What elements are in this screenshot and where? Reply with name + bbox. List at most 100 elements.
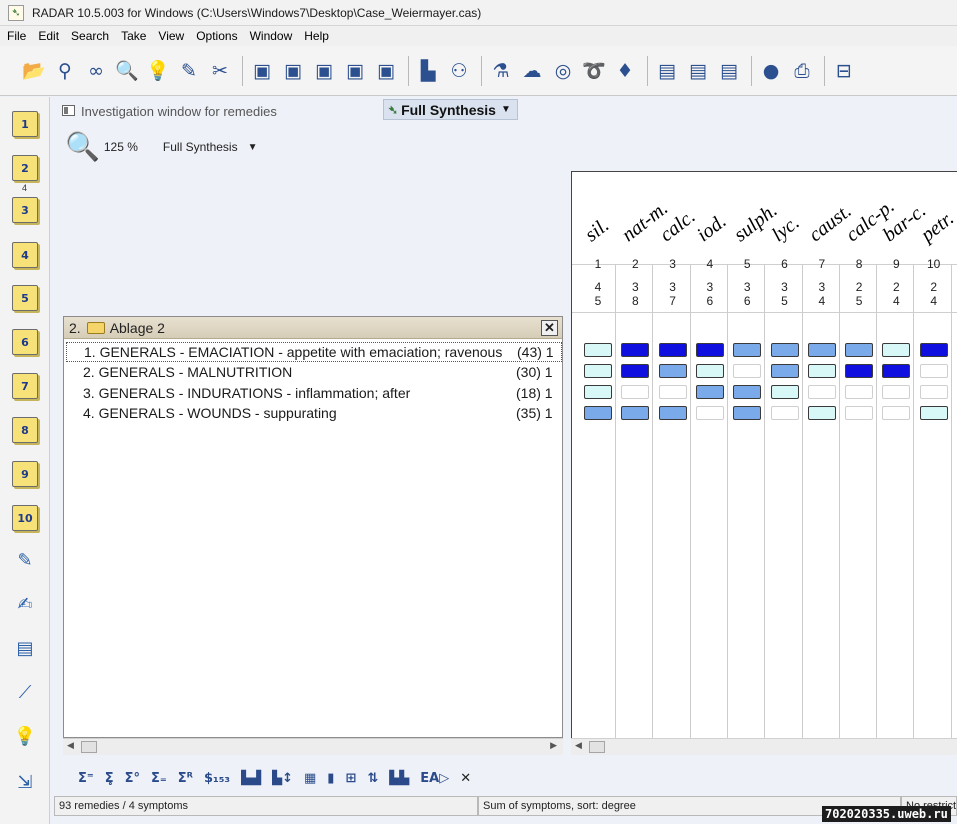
book-3-icon[interactable]: ▤ (715, 57, 743, 85)
grade-cell[interactable] (621, 406, 650, 420)
grade-cell[interactable] (882, 406, 911, 420)
grade-cell[interactable] (658, 343, 687, 357)
clipboard-2-button[interactable]: 2 (12, 155, 38, 181)
menu-view[interactable]: View (151, 29, 189, 43)
globe-icon[interactable]: ● (757, 57, 785, 85)
scroll-thumb[interactable] (81, 741, 97, 753)
chart-families-icon[interactable]: ▙▟ (241, 771, 261, 786)
hint-icon[interactable]: ✎ (175, 57, 203, 85)
menu-search[interactable]: Search (64, 29, 114, 43)
grade-cell[interactable] (770, 385, 799, 399)
remedy-name[interactable]: iod. (693, 210, 731, 247)
clipboard-1-icon[interactable]: ▣ (248, 57, 276, 85)
zoom-magnifier-icon[interactable]: 🔍 (65, 133, 100, 161)
menu-take[interactable]: Take (114, 29, 151, 43)
lightbulb-icon[interactable]: 💡 (144, 57, 172, 85)
clipboard-1-button[interactable]: 1 (12, 111, 38, 137)
grade-cell[interactable] (695, 343, 724, 357)
grade-cell[interactable] (882, 343, 911, 357)
clipboard-5-icon[interactable]: ▣ (372, 57, 400, 85)
open-case-icon[interactable]: 📂 (20, 57, 48, 85)
clipboard-7-button[interactable]: 7 (12, 373, 38, 399)
menu-edit[interactable]: Edit (31, 29, 64, 43)
pencil-icon[interactable]: ✎ (12, 547, 38, 573)
rubric-row[interactable]: 3. GENERALS - INDURATIONS - inflammation… (66, 383, 562, 403)
grade-cell[interactable] (919, 385, 948, 399)
scroll-left-icon[interactable]: ◀ (67, 740, 74, 751)
grade-cell[interactable] (621, 343, 650, 357)
grade-cell[interactable] (919, 343, 948, 357)
grade-cell[interactable] (882, 385, 911, 399)
magnifier-icon[interactable]: 🔍 (113, 57, 141, 85)
clipboard-8-button[interactable]: 8 (12, 417, 38, 443)
flask-icon[interactable]: ⚗ (487, 57, 515, 85)
grade-cell[interactable] (845, 343, 874, 357)
bar-chart-icon[interactable]: ▙ (414, 57, 442, 85)
crystal-icon[interactable]: ♦ (611, 57, 639, 85)
chevron-down-icon[interactable]: ▼ (248, 142, 258, 153)
grade-cell[interactable] (621, 364, 650, 378)
grade-cell[interactable] (845, 406, 874, 420)
book-1-icon[interactable]: ▤ (653, 57, 681, 85)
grade-cell[interactable] (658, 385, 687, 399)
scroll-right-icon[interactable]: ▶ (550, 740, 557, 751)
sum-intensity-icon[interactable]: Σ° (125, 771, 140, 786)
binoculars-icon[interactable]: ⚲ (51, 57, 79, 85)
close-icon[interactable]: ✕ (460, 771, 471, 786)
grade-cell[interactable] (845, 385, 874, 399)
printer-icon[interactable]: ⎙ (788, 57, 816, 85)
grade-cell[interactable] (733, 343, 762, 357)
documents-icon[interactable]: ▤ (12, 635, 38, 661)
sort-order-icon[interactable]: ⇅ (367, 771, 378, 786)
chart-sort-icon[interactable]: ▙↕ (272, 771, 293, 786)
grade-cell[interactable] (695, 385, 724, 399)
clipboard-2-icon[interactable]: ▣ (279, 57, 307, 85)
plug-icon[interactable]: ⊟ (830, 57, 858, 85)
expert-analysis-icon[interactable]: EA▷ (420, 771, 449, 786)
grade-cell[interactable] (882, 364, 911, 378)
notepad-icon[interactable]: ✍ (12, 591, 38, 617)
menu-window[interactable]: Window (243, 29, 298, 43)
lifebuoy-icon[interactable]: ◎ (549, 57, 577, 85)
grade-cell[interactable] (770, 406, 799, 420)
clipboard-10-button[interactable]: 10 (12, 505, 38, 531)
grade-cell[interactable] (658, 406, 687, 420)
grade-cell[interactable] (621, 385, 650, 399)
grade-cell[interactable] (584, 364, 612, 378)
repertory-select[interactable]: Full Synthesis (163, 140, 238, 154)
sum-rare-icon[interactable]: Σᴿ (178, 771, 193, 786)
menu-help[interactable]: Help (297, 29, 334, 43)
clipboard-horizontal-scrollbar[interactable]: ◀ ▶ (63, 738, 563, 755)
menu-file[interactable]: File (0, 29, 31, 43)
clipboard-9-button[interactable]: 9 (12, 461, 38, 487)
rubric-row[interactable]: 4. GENERALS - WOUNDS - suppurating (35) … (66, 403, 562, 423)
grade-cell[interactable] (733, 406, 762, 420)
clipboard-3-icon[interactable]: ▣ (310, 57, 338, 85)
book-2-icon[interactable]: ▤ (684, 57, 712, 85)
clipboard-6-button[interactable]: 6 (12, 329, 38, 355)
spiral-icon[interactable]: ➰ (580, 57, 608, 85)
grade-cell[interactable] (770, 364, 799, 378)
bar-chart-icon[interactable]: ▙▙ (389, 771, 409, 786)
grade-cell[interactable] (584, 406, 612, 420)
idea-icon[interactable]: 💡 (12, 723, 38, 749)
grid-horizontal-scrollbar[interactable]: ◀ (571, 738, 957, 755)
grade-cell[interactable] (695, 364, 724, 378)
grade-cell[interactable] (807, 364, 836, 378)
remedy-name[interactable]: sil. (581, 214, 614, 247)
scroll-left-icon[interactable]: ◀ (575, 740, 582, 751)
grid-options-icon[interactable]: ⊞ (345, 771, 356, 786)
glasses-icon[interactable]: ∞ (82, 57, 110, 85)
grade-cell[interactable] (658, 364, 687, 378)
sum-153-icon[interactable]: $₁₅₃ (204, 771, 230, 786)
grade-cell[interactable] (807, 406, 836, 420)
clipboard-4-button[interactable]: 4 (12, 242, 38, 268)
grade-cell[interactable] (770, 343, 799, 357)
menu-options[interactable]: Options (189, 29, 242, 43)
scroll-thumb[interactable] (589, 741, 605, 753)
exit-icon[interactable]: ⇲ (12, 769, 38, 795)
table-icon[interactable]: ▦ (304, 771, 316, 786)
graph-icon[interactable]: ⟋ (12, 679, 38, 705)
sum-degree-icon[interactable]: Σ̥ (105, 771, 114, 786)
close-clipboard-button[interactable]: ✕ (541, 320, 558, 336)
